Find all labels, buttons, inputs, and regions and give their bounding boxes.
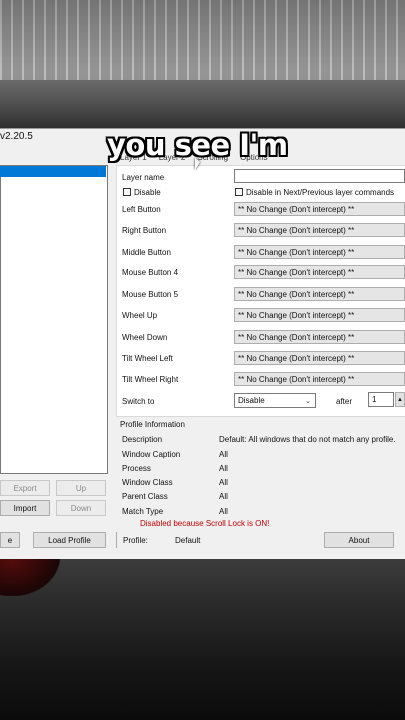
disable-next-prev-label: Disable in Next/Previous layer commands — [246, 188, 395, 197]
layer-name-label: Layer name — [122, 173, 165, 182]
switch-to-dropdown[interactable]: Disable ⌄ — [234, 393, 316, 408]
profile-info-label: Window Class — [122, 478, 173, 487]
mapping-label: Tilt Wheel Right — [122, 375, 179, 384]
mapping-dropdown[interactable]: ** No Change (Don't intercept) ** — [234, 351, 405, 365]
background-beam — [0, 80, 405, 130]
profile-info-value: All — [219, 507, 228, 516]
about-button[interactable]: About — [324, 532, 394, 548]
profile-value: Default — [175, 536, 201, 545]
mapping-dropdown[interactable]: ** No Change (Don't intercept) ** — [234, 265, 405, 279]
mapping-dropdown[interactable]: ** No Change (Don't intercept) ** — [234, 287, 405, 301]
switch-to-value: Disable — [238, 396, 265, 405]
status-separator — [116, 532, 117, 548]
save-profile-button[interactable]: e — [0, 532, 20, 548]
after-spinner-input[interactable]: 1 — [368, 392, 394, 407]
disable-checkbox[interactable] — [123, 188, 131, 196]
layer-name-input[interactable] — [234, 169, 405, 183]
profile-info-label: Description — [122, 435, 163, 444]
profile-info-label: Parent Class — [122, 492, 168, 501]
profile-label: Profile: — [123, 536, 148, 545]
mapping-label: Middle Button — [122, 248, 171, 257]
down-button[interactable]: Down — [56, 500, 106, 516]
mapping-label: Wheel Up — [122, 311, 158, 320]
mapping-dropdown[interactable]: ** No Change (Don't intercept) ** — [234, 308, 405, 322]
mapping-label: Tilt Wheel Left — [122, 354, 173, 363]
profile-info-label: Match Type — [122, 507, 164, 516]
mapping-dropdown[interactable]: ** No Change (Don't intercept) ** — [234, 245, 405, 259]
profile-info-value: All — [219, 450, 228, 459]
mapping-label: Wheel Down — [122, 333, 168, 342]
load-profile-button[interactable]: Load Profile — [33, 532, 106, 548]
mapping-dropdown[interactable]: ** No Change (Don't intercept) ** — [234, 223, 405, 237]
after-label: after — [336, 397, 353, 406]
profile-info-value: Default: All windows that do not match a… — [219, 435, 396, 444]
mapping-label: Mouse Button 4 — [122, 268, 179, 277]
import-button[interactable]: Import — [0, 500, 50, 516]
disable-next-prev-checkbox[interactable] — [235, 188, 243, 196]
export-button[interactable]: Export — [0, 480, 50, 496]
disable-label: Disable — [134, 188, 161, 197]
profile-list-selected-item[interactable] — [0, 166, 106, 177]
spinner-arrows-icon[interactable]: ▲ — [395, 392, 405, 407]
background-floor — [0, 556, 405, 720]
profile-info-heading: Profile Information — [120, 420, 185, 429]
chevron-down-icon: ⌄ — [305, 398, 311, 405]
profile-info-value: All — [219, 478, 228, 487]
video-caption: you see I'm — [107, 128, 288, 162]
mapping-dropdown[interactable]: ** No Change (Don't intercept) ** — [234, 372, 405, 386]
profile-info-value: All — [219, 464, 228, 473]
window-title: v2.20.5 — [0, 131, 33, 142]
switch-to-label: Switch to — [122, 397, 155, 406]
status-message: Disabled because Scroll Lock is ON! — [140, 519, 270, 528]
profile-list[interactable] — [0, 165, 108, 474]
profile-info-label: Process — [122, 464, 151, 473]
profile-info-label: Window Caption — [122, 450, 181, 459]
mapping-label: Left Button — [122, 205, 161, 214]
mapping-label: Right Button — [122, 226, 167, 235]
up-button[interactable]: Up — [56, 480, 106, 496]
mapping-dropdown[interactable]: ** No Change (Don't intercept) ** — [234, 202, 405, 216]
mapping-label: Mouse Button 5 — [122, 290, 179, 299]
profile-info-value: All — [219, 492, 228, 501]
mapping-dropdown[interactable]: ** No Change (Don't intercept) ** — [234, 330, 405, 344]
background-car — [0, 556, 60, 596]
